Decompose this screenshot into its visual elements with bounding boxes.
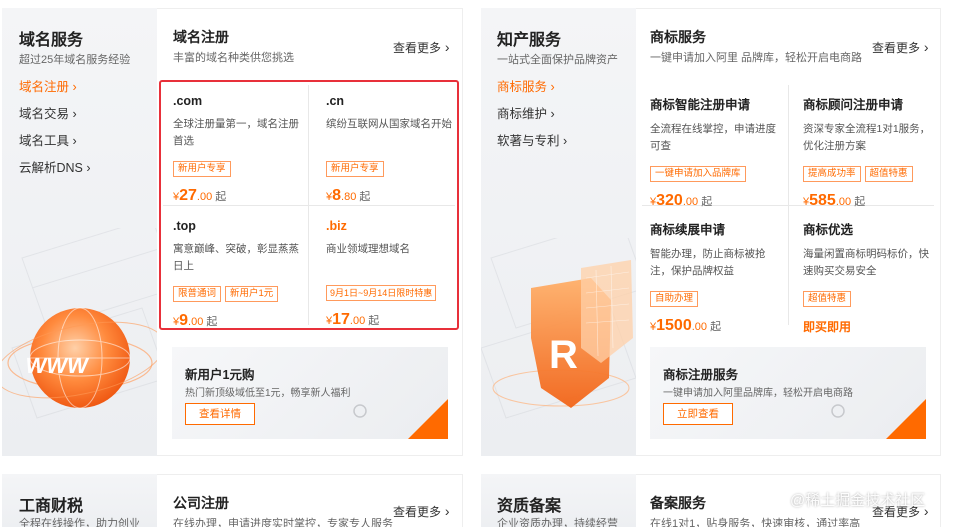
card-title: .top — [173, 219, 196, 233]
side-link-domain-tools[interactable]: 域名工具 — [19, 130, 77, 149]
panel-subtitle: 一键申请加入阿里 品牌库，轻松开启电商路 — [650, 52, 863, 64]
corner-triangle-decoration — [408, 399, 448, 439]
panel-subtitle: 在线1对1，贴身服务，快速审核，通过率高 — [650, 518, 861, 527]
card-desc: 智能办理，防止商标被抢注，保护品牌权益 — [650, 248, 766, 277]
price: ¥9.00 起 — [173, 312, 218, 329]
card-title: 商标智能注册申请 — [650, 98, 751, 112]
ip-side-panel: R 知产服务 一站式全面保护品牌资产 商标服务 商标维护 软著与专利 — [481, 8, 636, 456]
card-desc: 全流程在线掌控，申请进度可查 — [650, 123, 776, 152]
qualification-side-panel: 资质备案 企业资质办理，持续经营 — [481, 474, 636, 527]
buy-now-link[interactable]: 即买即用 — [803, 318, 937, 335]
panel-title: 公司注册 — [173, 495, 229, 511]
tag: 自助办理 — [650, 291, 699, 307]
promo-banner[interactable]: 新用户1元购 热门新顶级域低至1元，畅享新人福利 查看详情 — [172, 347, 448, 439]
side-title: 工商财税 — [19, 498, 84, 515]
tag: 超值特惠 — [864, 166, 913, 182]
search-decoration-icon — [353, 404, 367, 418]
view-more-link[interactable]: 查看更多 — [872, 39, 929, 56]
side-link-copyright-patent[interactable]: 软著与专利 — [497, 130, 567, 149]
company-register-panel: 公司注册 在线办理，申请进度实时掌控，专家专人服务 查看更多 — [157, 474, 463, 527]
price: ¥27.00 起 — [173, 187, 227, 204]
panel-title: 域名注册 — [173, 29, 229, 45]
trademark-panel: 商标服务 一键申请加入阿里 品牌库，轻松开启电商路 查看更多 商标智能注册申请 … — [636, 8, 941, 456]
side-link-dns[interactable]: 云解析DNS — [19, 157, 91, 176]
card-desc: 寓意巅峰、突破，彰显蒸蒸日上 — [173, 243, 299, 272]
r-letter: R — [549, 333, 578, 377]
tag: 超值特惠 — [803, 291, 852, 307]
side-title: 域名服务 — [19, 32, 84, 49]
card-desc: 商业领域理想域名 — [326, 243, 410, 255]
panel-subtitle: 在线办理，申请进度实时掌控，专家专人服务 — [173, 518, 393, 527]
product-card-cn[interactable]: .cn 缤纷互联网从国家域名开始 新用户专享 ¥8.80 起 — [326, 94, 454, 205]
card-title: 商标顾问注册申请 — [803, 98, 904, 112]
view-more-link[interactable]: 查看更多 — [393, 503, 450, 520]
promo-desc: 热门新顶级域低至1元，畅享新人福利 — [185, 388, 351, 399]
side-subtitle: 超过25年域名服务经验 — [19, 54, 131, 66]
www-text: WWW — [24, 353, 91, 378]
card-title: 商标优选 — [803, 223, 854, 237]
price: ¥1500.00 起 — [650, 317, 722, 334]
product-card-renewal[interactable]: 商标续展申请 智能办理，防止商标被抢注，保护品牌权益 自助办理 ¥1500.00… — [650, 219, 784, 335]
tag: 新用户1元 — [225, 286, 279, 302]
tag: 提高成功率 — [803, 166, 861, 182]
panel-title: 备案服务 — [650, 495, 706, 511]
promo-banner[interactable]: 商标注册服务 一键申请加入阿里品牌库，轻松开启电商路 立即查看 — [650, 347, 926, 439]
card-desc: 海量闲置商标明码标价，快速购买交易安全 — [803, 248, 929, 277]
tag: 9月1日~9月14日限时特惠 — [326, 285, 437, 301]
globe-illustration: WWW — [2, 228, 157, 419]
side-subtitle: 全程在线操作，助力创业 — [19, 518, 140, 527]
side-title: 知产服务 — [497, 32, 562, 49]
side-title: 资质备案 — [497, 498, 562, 515]
card-desc: 全球注册量第一，域名注册首选 — [173, 118, 299, 147]
side-subtitle: 企业资质办理，持续经营 — [497, 518, 618, 527]
card-desc: 缤纷互联网从国家域名开始 — [326, 118, 452, 130]
price: ¥320.00 起 — [650, 192, 713, 209]
divider — [163, 205, 455, 206]
product-card-smart-register[interactable]: 商标智能注册申请 全流程在线掌控，申请进度可查 一键申请加入品牌库 ¥320.0… — [650, 94, 784, 210]
card-title: .biz — [326, 219, 347, 233]
card-title: .com — [173, 94, 203, 108]
card-title: 商标续展申请 — [650, 223, 726, 237]
view-details-button[interactable]: 查看详情 — [185, 403, 255, 425]
card-title: .cn — [326, 94, 345, 108]
tag: 限普通词 — [173, 286, 222, 302]
price: ¥8.80 起 — [326, 187, 371, 204]
product-card-trademark-select[interactable]: 商标优选 海量闲置商标明码标价，快速购买交易安全 超值特惠 即买即用 — [803, 219, 937, 335]
promo-title: 商标注册服务 — [663, 368, 739, 382]
product-card-com[interactable]: .com 全球注册量第一，域名注册首选 新用户专享 ¥27.00 起 — [173, 94, 301, 205]
panel-title: 商标服务 — [650, 29, 706, 45]
business-side-panel: 工商财税 全程在线操作，助力创业 — [2, 474, 157, 527]
trademark-shield-illustration: R — [481, 238, 636, 419]
product-card-top[interactable]: .top 寓意巅峰、突破，彰显蒸蒸日上 限普通词 新用户1元 ¥9.00 起 — [173, 219, 305, 330]
side-subtitle: 一站式全面保护品牌资产 — [497, 54, 618, 66]
tag: 新用户专享 — [326, 161, 384, 177]
promo-desc: 一键申请加入阿里品牌库，轻松开启电商路 — [663, 388, 853, 399]
tag: 一键申请加入品牌库 — [650, 166, 746, 182]
panel-subtitle: 丰富的域名种类供您挑选 — [173, 52, 294, 64]
domain-register-panel: 域名注册 丰富的域名种类供您挑选 查看更多 .com 全球注册量第一，域名注册首… — [157, 8, 463, 456]
view-more-link[interactable]: 查看更多 — [393, 39, 450, 56]
product-card-biz[interactable]: .biz 商业领域理想域名 9月1日~9月14日限时特惠 ¥17.00 起 — [326, 219, 458, 329]
view-now-button[interactable]: 立即查看 — [663, 403, 733, 425]
corner-triangle-decoration — [886, 399, 926, 439]
card-desc: 资深专家全流程1对1服务，优化注册方案 — [803, 123, 931, 152]
side-link-domain-trade[interactable]: 域名交易 — [19, 103, 77, 122]
domain-side-panel: WWW 域名服务 超过25年域名服务经验 域名注册 域名交易 域名工具 云解析D… — [2, 8, 157, 456]
side-link-trademark-maintenance[interactable]: 商标维护 — [497, 103, 555, 122]
promo-title: 新用户1元购 — [185, 368, 255, 382]
search-decoration-icon — [831, 404, 845, 418]
side-link-trademark[interactable]: 商标服务 — [497, 76, 555, 95]
price: ¥585.00 起 — [803, 192, 866, 209]
tag: 新用户专享 — [173, 161, 231, 177]
product-card-consultant-register[interactable]: 商标顾问注册申请 资深专家全流程1对1服务，优化注册方案 提高成功率 超值特惠 ¥… — [803, 94, 937, 210]
watermark-text: @稀土掘金技术社区 — [790, 492, 926, 509]
price: ¥17.00 起 — [326, 311, 380, 328]
side-link-domain-register[interactable]: 域名注册 — [19, 76, 77, 95]
